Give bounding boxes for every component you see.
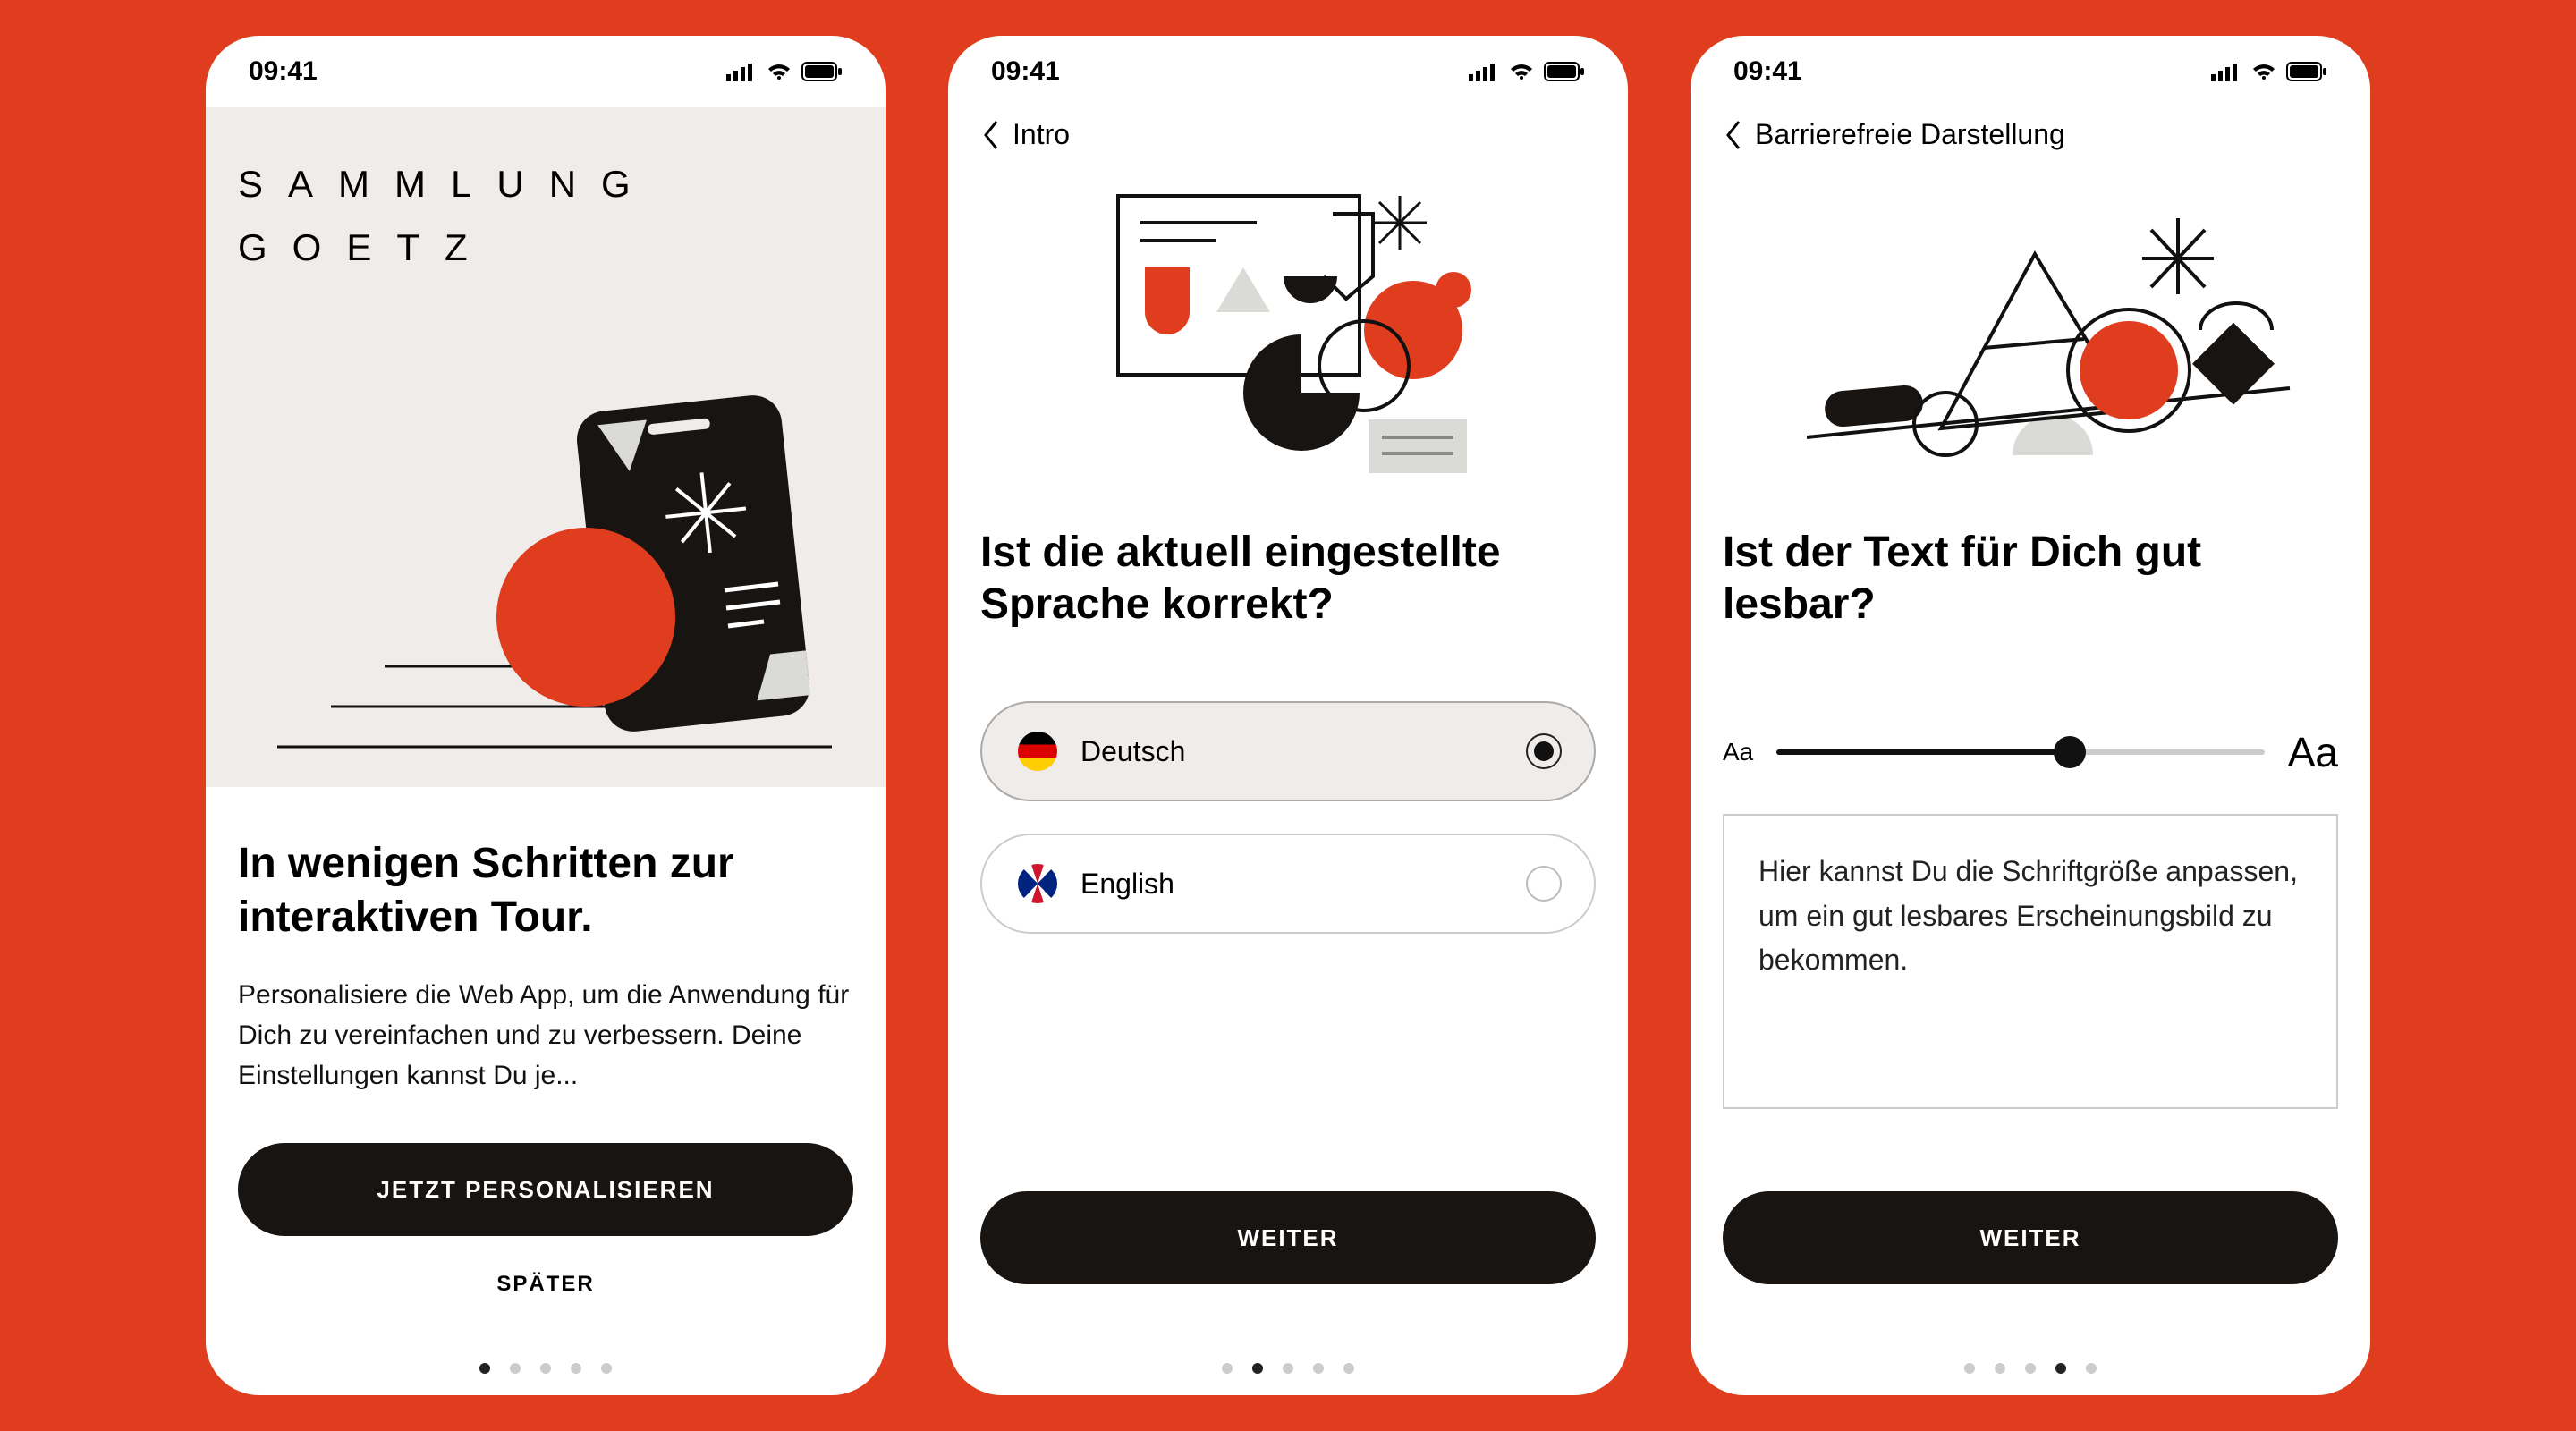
intro-illustration [206,107,886,787]
slider-thumb[interactable] [2054,736,2086,768]
intro-content: In wenigen Schritten zur interaktiven To… [206,787,886,1395]
intro-illustration-panel: SAMMLUNG GOETZ [206,107,886,787]
status-icons [1469,62,1585,81]
slider-max-label: Aa [2288,728,2338,776]
dot-3[interactable] [2025,1363,2036,1374]
dot-5[interactable] [601,1363,612,1374]
page-dots [948,1363,1628,1374]
dot-4[interactable] [571,1363,581,1374]
wifi-icon [766,62,792,81]
language-heading: Ist die aktuell eingestellte Sprache kor… [980,527,1596,630]
slider-fill [1776,749,2069,755]
radio-selected-icon [1526,733,1562,769]
status-time: 09:41 [991,56,1060,87]
battery-icon [801,62,843,81]
status-bar: 09:41 [206,36,886,107]
dot-1[interactable] [1964,1363,1975,1374]
status-bar: 09:41 [948,36,1628,107]
status-icons [2211,62,2327,81]
intro-body: Personalisiere die Web App, um die Anwen… [238,975,853,1096]
wifi-icon [1508,62,1535,81]
chevron-left-icon [1723,119,1742,151]
dot-2[interactable] [1995,1363,2005,1374]
continue-button[interactable]: WEITER [980,1191,1596,1284]
chevron-left-icon [980,119,1000,151]
language-label: English [1080,868,1174,901]
flag-en-icon [1018,864,1057,903]
dot-4[interactable] [2055,1363,2066,1374]
dot-1[interactable] [1222,1363,1233,1374]
battery-icon [1544,62,1585,81]
dot-2[interactable] [1252,1363,1263,1374]
status-time: 09:41 [249,56,318,87]
language-option-english[interactable]: English [980,834,1596,934]
back-nav[interactable]: Intro [948,107,1628,151]
dot-5[interactable] [1343,1363,1354,1374]
onboarding-screen-language: 09:41 Intro [948,36,1628,1395]
language-label: Deutsch [1080,735,1185,768]
onboarding-screen-fontsize: 09:41 Barrierefreie Darstellung [1690,36,2370,1395]
fontsize-preview: Hier kannst Du die Schriftgröße anpassen… [1723,814,2338,1109]
slider-min-label: Aa [1723,738,1753,766]
back-label: Intro [1013,118,1070,151]
wifi-icon [2250,62,2277,81]
personalize-button[interactable]: JETZT PERSONALISIEREN [238,1143,853,1236]
page-dots [206,1363,886,1374]
status-time: 09:41 [1733,56,1802,87]
language-illustration [948,151,1628,509]
flag-de-icon [1018,732,1057,771]
cellular-icon [1469,62,1499,81]
fontsize-illustration [1690,151,2370,509]
back-label: Barrierefreie Darstellung [1755,118,2065,151]
radio-unselected-icon [1526,866,1562,902]
dot-2[interactable] [510,1363,521,1374]
language-option-deutsch[interactable]: Deutsch [980,701,1596,801]
status-icons [726,62,843,81]
battery-icon [2286,62,2327,81]
fontsize-slider[interactable]: Aa Aa [1723,728,2338,776]
back-nav[interactable]: Barrierefreie Darstellung [1690,107,2370,151]
dot-5[interactable] [2086,1363,2097,1374]
later-button[interactable]: SPÄTER [206,1272,886,1297]
fontsize-heading: Ist der Text für Dich gut lesbar? [1723,527,2338,630]
intro-heading: In wenigen Schritten zur interaktiven To… [238,837,853,944]
continue-button[interactable]: WEITER [1723,1191,2338,1284]
dot-3[interactable] [540,1363,551,1374]
status-bar: 09:41 [1690,36,2370,107]
dot-1[interactable] [479,1363,490,1374]
dot-3[interactable] [1283,1363,1293,1374]
slider-track[interactable] [1776,749,2264,755]
page-dots [1690,1363,2370,1374]
onboarding-screen-intro: 09:41 SAMMLUNG GOETZ [206,36,886,1395]
cellular-icon [2211,62,2241,81]
cellular-icon [726,62,757,81]
dot-4[interactable] [1313,1363,1324,1374]
